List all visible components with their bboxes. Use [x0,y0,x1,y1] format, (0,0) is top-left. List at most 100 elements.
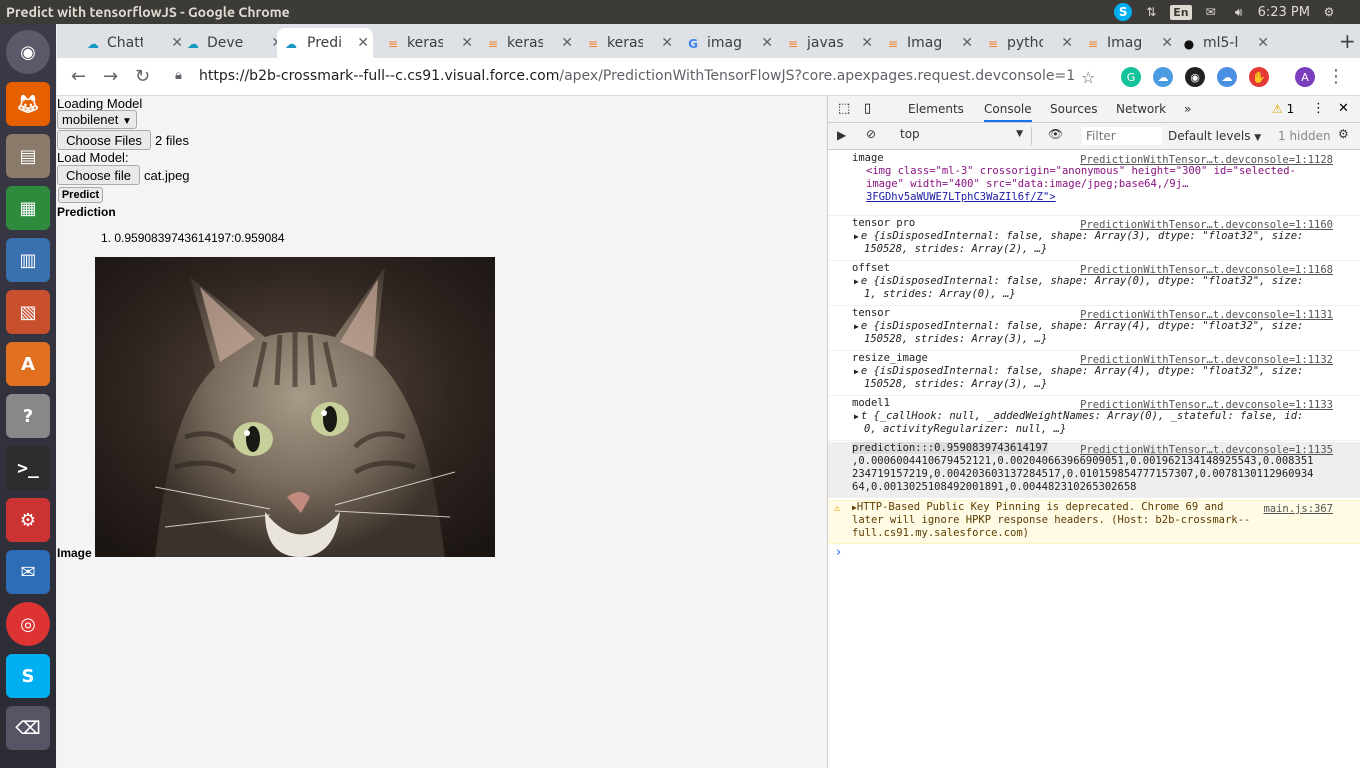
console-settings-icon[interactable]: ⚙ [1338,127,1349,141]
stackoverflow-icon: ≡ [787,37,799,51]
network-arrows-icon[interactable]: ⇅ [1142,3,1160,21]
expand-triangle-icon[interactable]: ▶︎ [854,412,859,421]
expand-triangle-icon[interactable]: ▶︎ [854,232,859,241]
software-center-icon[interactable]: A [6,342,50,386]
tab-python[interactable]: ≡ pytho ✕ [983,28,1073,58]
source-link[interactable]: PredictionWithTensor…t.devconsole=1:1132 [1080,354,1333,367]
predict-button[interactable]: Predict [58,187,103,203]
devtools-menu-icon[interactable]: ⋮ [1312,101,1325,116]
devtools-close-icon[interactable]: ✕ [1338,101,1349,116]
color-picker-icon[interactable]: ◉ [1185,67,1205,87]
warning-badge[interactable]: ⚠ 1 [1272,102,1294,116]
more-tabs-icon[interactable]: » [1184,102,1191,116]
tab-elements[interactable]: Elements [908,102,964,116]
close-icon[interactable]: ✕ [961,35,973,51]
expand-triangle-icon[interactable]: ▶︎ [854,367,859,376]
terminal-icon[interactable]: >_ [6,446,50,490]
close-icon[interactable]: ✕ [1161,35,1173,51]
thunderbird-icon[interactable]: ✉ [6,550,50,594]
source-link[interactable]: PredictionWithTensor…t.devconsole=1:1135 [1080,444,1333,457]
tab-image-1[interactable]: ≡ Imag ✕ [883,28,973,58]
lock-icon[interactable]: 🔒︎ [175,68,182,83]
warning-icon: ⚠ [1272,102,1283,116]
tab-keras-1[interactable]: ≡ keras ✕ [383,28,473,58]
source-link[interactable]: PredictionWithTensor…t.devconsole=1:1168 [1080,264,1333,277]
close-icon[interactable]: ✕ [357,35,369,51]
devtools-tabs: ⬚ ▯ Elements Console Sources Network » ⚠… [828,96,1360,123]
new-tab-button[interactable]: + [1339,29,1356,53]
presentation-icon[interactable]: ▧ [6,290,50,334]
dropdown-arrow-icon: ▼ [122,116,132,127]
close-icon[interactable]: ✕ [861,35,873,51]
log-levels-select[interactable]: Default levels ▼ [1168,129,1261,143]
tab-keras-3[interactable]: ≡ keras ✕ [583,28,673,58]
close-icon[interactable]: ✕ [1257,35,1269,51]
tab-developer[interactable]: ☁ Deve ✕ [183,28,283,58]
tab-chatter[interactable]: ☁ Chatt ✕ [83,28,183,58]
tab-console[interactable]: Console [984,102,1032,122]
tab-google-images[interactable]: G imag ✕ [683,28,773,58]
cloud-extension-icon[interactable]: ☁ [1153,67,1173,87]
source-link[interactable]: PredictionWithTensor…t.devconsole=1:1131 [1080,309,1333,322]
spreadsheet-icon[interactable]: ▦ [6,186,50,230]
source-link[interactable]: PredictionWithTensor…t.devconsole=1:1128 [1080,154,1333,167]
close-icon[interactable]: ✕ [171,35,183,51]
settings-gear-icon[interactable]: ⚙ [1320,3,1338,21]
context-select[interactable]: top ▼ [892,127,1032,145]
tab-image-2[interactable]: ≡ Imag ✕ [1083,28,1173,58]
adblock-icon[interactable]: ✋ [1249,67,1269,87]
close-icon[interactable]: ✕ [461,35,473,51]
browser-toolbar: ← → ↻ 🔒︎ https://b2b-crossmark--full--c.… [57,58,1360,96]
grammarly-icon[interactable]: G [1121,67,1141,87]
tab-sources[interactable]: Sources [1050,102,1097,116]
expand-triangle-icon[interactable]: ▶︎ [854,277,859,286]
expand-triangle-icon[interactable]: ▶︎ [854,322,859,331]
close-icon[interactable]: ✕ [761,35,773,51]
clear-console-icon[interactable]: ⊘ [866,127,876,141]
keyboard-layout[interactable]: En [1170,4,1192,20]
model-select[interactable]: mobilenet ▼ [57,110,137,129]
close-icon[interactable]: ✕ [661,35,673,51]
clock[interactable]: 6:23 PM [1258,5,1310,20]
eye-icon[interactable]: 👁︎ [1048,127,1063,141]
sync-cloud-icon[interactable]: ☁ [1217,67,1237,87]
console-filter-input[interactable] [1082,127,1162,145]
address-bar[interactable]: https://b2b-crossmark--full--c.cs91.visu… [199,68,1075,84]
skype-icon[interactable]: S [6,654,50,698]
source-link[interactable]: PredictionWithTensor…t.devconsole=1:1133 [1080,399,1333,412]
console-message: prediction:::0.9590839743614197 Predicti… [828,442,1360,498]
volume-icon[interactable]: 🔊︎ [1230,3,1248,21]
menu-icon[interactable]: ⋮ [1327,66,1345,87]
sidebar-toggle-icon[interactable]: ▶︎ [837,128,846,142]
avatar[interactable]: A [1295,67,1315,87]
help-icon[interactable]: ? [6,394,50,438]
back-icon[interactable]: ← [71,66,86,87]
chrome-icon[interactable]: ◎ [6,602,50,646]
forward-icon[interactable]: → [103,66,118,87]
system-settings-icon[interactable]: ⚙ [6,498,50,542]
choose-file-button[interactable]: Choose file [57,165,140,185]
source-link[interactable]: main.js:367 [1263,503,1333,516]
files-icon[interactable]: ▤ [6,134,50,178]
choose-files-button[interactable]: Choose Files [57,130,151,150]
console-prompt-icon[interactable]: › [836,545,841,560]
console-message: offset PredictionWithTensor…t.devconsole… [828,262,1360,306]
reload-icon[interactable]: ↻ [135,66,150,87]
tab-ml5[interactable]: ● ml5-l ✕ [1179,28,1269,58]
document-icon[interactable]: ▥ [6,238,50,282]
inspect-element-icon[interactable]: ⬚ [838,101,850,116]
tab-javascript[interactable]: ≡ javas ✕ [783,28,873,58]
tab-network[interactable]: Network [1116,102,1166,116]
bookmark-star-icon[interactable]: ☆ [1081,68,1095,87]
source-link[interactable]: PredictionWithTensor…t.devconsole=1:1160 [1080,219,1333,232]
close-icon[interactable]: ✕ [1061,35,1073,51]
ubuntu-dash-icon[interactable]: ◉ [6,30,50,74]
tab-predict[interactable]: ☁ Predi ✕ [277,28,373,58]
skype-tray-icon[interactable]: S [1114,3,1133,21]
close-icon[interactable]: ✕ [561,35,573,51]
firefox-icon[interactable]: 🦊︎ [6,82,50,126]
tab-keras-2[interactable]: ≡ keras ✕ [483,28,573,58]
device-toggle-icon[interactable]: ▯ [864,101,871,116]
mail-icon[interactable]: ✉ [1202,3,1220,21]
trash-icon[interactable]: ⌫ [6,706,50,750]
